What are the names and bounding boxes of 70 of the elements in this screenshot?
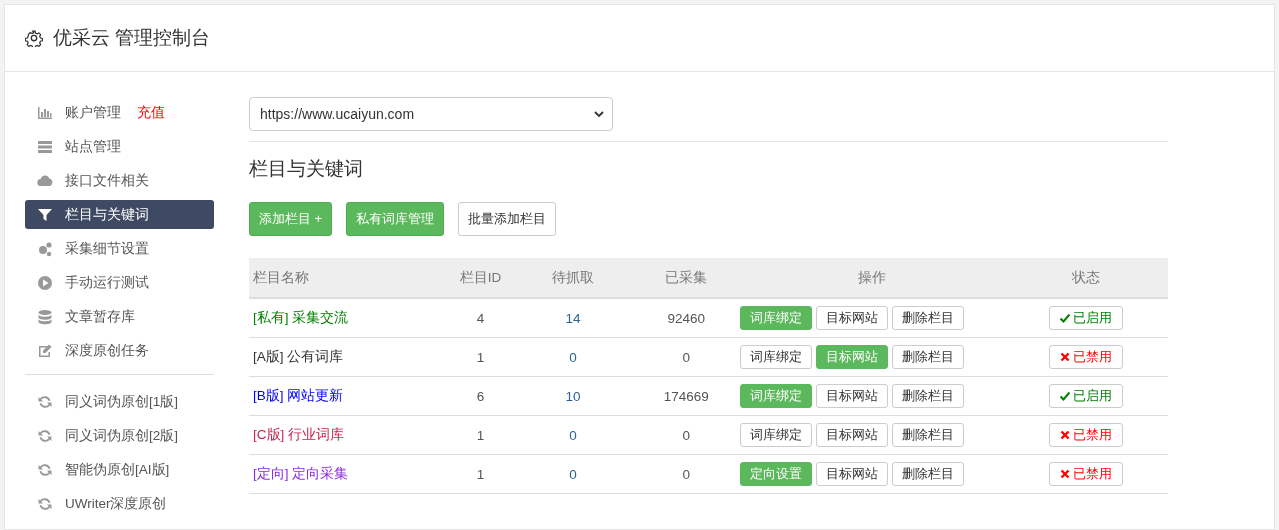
status-button[interactable]: 已禁用 <box>1048 462 1123 486</box>
sidebar-item[interactable]: 接口文件相关 <box>25 166 214 195</box>
check-icon <box>1059 391 1070 401</box>
table-cell: 0 <box>513 337 633 377</box>
play-icon <box>37 274 53 291</box>
section-title: 栏目与关键词 <box>249 157 364 181</box>
sidebar-item[interactable]: 文章暂存库 <box>25 302 214 331</box>
cross-icon <box>1059 430 1070 440</box>
status-button[interactable]: 已启用 <box>1048 384 1123 408</box>
sidebar-item[interactable]: 账户管理 充值 <box>25 98 214 127</box>
sidebar-item[interactable]: 栏目与关键词 <box>25 200 214 229</box>
table-cell: 1 <box>447 454 514 494</box>
column-header: 已采集 <box>632 258 741 298</box>
refresh-icon <box>37 461 53 478</box>
sidebar-item[interactable]: 同义词伪原创[2版] <box>25 421 214 450</box>
sidebar-item[interactable]: 站点管理 <box>25 132 214 161</box>
table-cell: 1 <box>447 415 514 455</box>
server-icon <box>37 138 53 155</box>
toolbar-button[interactable]: 批量添加栏目 <box>458 202 557 236</box>
sidebar-item[interactable]: 采集细节设置 <box>25 234 214 263</box>
refresh-icon <box>37 495 53 512</box>
category-name: [私有] 采集交流 <box>249 298 448 338</box>
action-button[interactable]: 删除栏目 <box>892 384 965 408</box>
action-button[interactable]: 目标网站 <box>816 423 889 447</box>
category-name: [A版] 公有词库 <box>249 337 448 377</box>
table-cell: 1 <box>447 337 514 377</box>
cross-icon <box>1059 469 1070 479</box>
table-cell: 6 <box>447 376 514 416</box>
filter-icon <box>37 206 53 223</box>
column-header: 待抓取 <box>513 258 633 298</box>
table-cell: 10 <box>513 376 633 416</box>
chevron-down-icon <box>594 109 604 119</box>
table-cell: 14 <box>513 298 633 338</box>
category-name: [定向] 定向采集 <box>249 454 448 494</box>
category-name: [C版] 行业词库 <box>249 415 448 455</box>
table-cell: 0 <box>513 415 633 455</box>
action-button[interactable]: 目标网站 <box>816 306 889 330</box>
table-cell: 0 <box>513 454 633 494</box>
sidebar-item[interactable]: 同义词伪原创[1版] <box>25 387 214 416</box>
action-button[interactable]: 删除栏目 <box>892 423 965 447</box>
action-button[interactable]: 删除栏目 <box>892 345 965 369</box>
status-button[interactable]: 已禁用 <box>1048 423 1123 447</box>
action-button[interactable]: 删除栏目 <box>892 462 965 486</box>
sidebar-item[interactable]: 深度原创任务 <box>25 336 214 365</box>
table-cell: 4 <box>447 298 514 338</box>
action-button[interactable]: 词库绑定 <box>740 423 813 447</box>
column-header: 操作 <box>740 258 1004 298</box>
sidebar-item[interactable]: 智能伪原创[AI版] <box>25 455 214 484</box>
app-title: 优采云 管理控制台 <box>53 26 211 50</box>
status-button[interactable]: 已启用 <box>1048 306 1123 330</box>
status-button[interactable]: 已禁用 <box>1048 345 1123 369</box>
sidebar-item[interactable]: 手动运行测试 <box>25 268 214 297</box>
column-header: 状态 <box>1003 258 1168 298</box>
check-icon <box>1059 313 1070 323</box>
database-icon <box>37 308 53 325</box>
action-button[interactable]: 目标网站 <box>816 462 889 486</box>
edit-icon <box>37 342 53 359</box>
settings-icon <box>25 29 43 47</box>
refresh-icon <box>37 393 53 410</box>
bar-chart-icon <box>37 104 53 121</box>
refresh-icon <box>37 427 53 444</box>
category-name: [B版] 网站更新 <box>249 376 448 416</box>
column-header: 栏目名称 <box>249 258 448 298</box>
sidebar-item[interactable]: UWriter深度原创 <box>25 489 214 518</box>
action-button[interactable]: 词库绑定 <box>740 345 813 369</box>
site-select[interactable]: https://www.ucaiyun.com <box>249 97 613 131</box>
column-header: 栏目ID <box>447 258 514 298</box>
action-button[interactable]: 删除栏目 <box>892 306 965 330</box>
cross-icon <box>1059 352 1070 362</box>
action-button[interactable]: 目标网站 <box>816 384 889 408</box>
